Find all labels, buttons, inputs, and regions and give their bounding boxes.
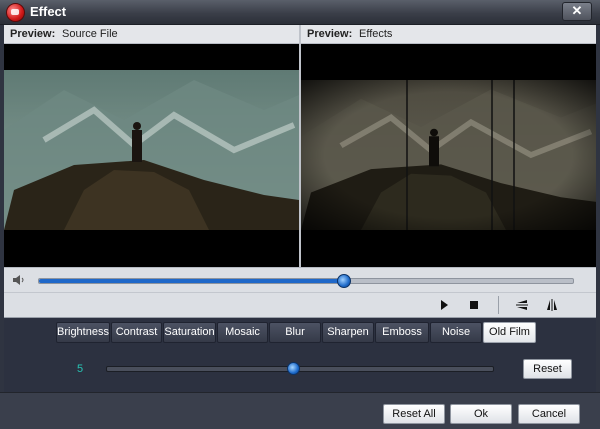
tab-old-film[interactable]: Old Film — [483, 322, 536, 343]
controls-separator — [498, 296, 499, 314]
reset-button[interactable]: Reset — [523, 359, 572, 379]
window-title: Effect — [30, 4, 67, 19]
app-icon — [6, 3, 25, 22]
ok-button[interactable]: Ok — [450, 404, 512, 424]
close-button[interactable]: ✕ — [562, 2, 592, 21]
seek-slider[interactable] — [38, 274, 574, 288]
effects-preview-pane: Preview: Effects — [301, 25, 596, 267]
tab-brightness[interactable]: Brightness — [56, 322, 110, 343]
effects-video-frame — [301, 80, 596, 230]
source-video-frame — [4, 70, 299, 230]
seek-handle[interactable] — [337, 274, 352, 288]
title-bar[interactable]: Effect ✕ — [0, 0, 600, 25]
source-preview-header: Preview: Source File — [4, 25, 299, 44]
source-preview-value: Source File — [62, 28, 118, 40]
preview-area: Preview: Source File Preview: Effects — [4, 25, 596, 267]
effects-preview-value: Effects — [359, 28, 393, 40]
effect-dialog: Effect ✕ Preview: Source File Preview: E… — [0, 0, 600, 429]
flip-horizontal-icon[interactable] — [544, 297, 560, 313]
volume-icon[interactable] — [12, 274, 26, 286]
tab-saturation[interactable]: Saturation — [163, 322, 216, 343]
tab-emboss[interactable]: Emboss — [375, 322, 429, 343]
source-preview-pane: Preview: Source File — [4, 25, 299, 267]
effects-preview-label: Preview: — [307, 28, 353, 40]
reset-all-button[interactable]: Reset All — [383, 404, 445, 424]
tab-noise[interactable]: Noise — [430, 322, 482, 343]
tab-sharpen[interactable]: Sharpen — [322, 322, 374, 343]
source-preview-label: Preview: — [10, 28, 56, 40]
flip-vertical-icon[interactable] — [514, 297, 530, 313]
cancel-button[interactable]: Cancel — [518, 404, 580, 424]
effect-level-slider[interactable] — [106, 362, 494, 375]
effects-preview-header: Preview: Effects — [301, 25, 596, 44]
effect-level-value: 5 — [77, 363, 84, 375]
stop-icon[interactable] — [466, 297, 482, 313]
tab-blur[interactable]: Blur — [269, 322, 321, 343]
tab-mosaic[interactable]: Mosaic — [217, 322, 268, 343]
timeline-bar — [4, 267, 596, 292]
play-icon[interactable] — [436, 297, 452, 313]
seek-progress — [39, 279, 344, 283]
playback-controls — [4, 292, 596, 318]
tab-contrast[interactable]: Contrast — [111, 322, 162, 343]
